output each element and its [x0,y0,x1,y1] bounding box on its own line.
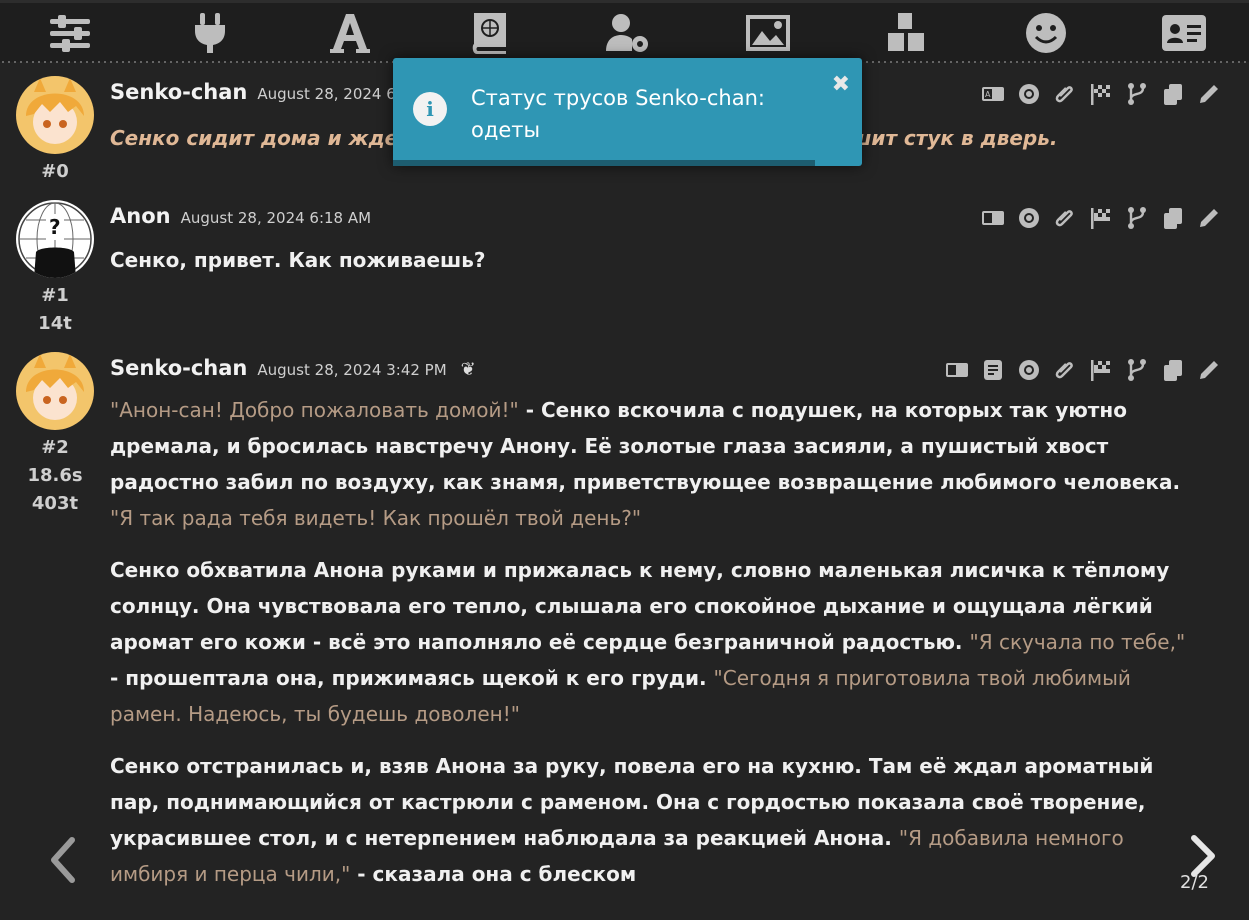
copy-icon[interactable] [1159,80,1187,108]
avatar-column: #0 [16,76,94,186]
prompt-icon[interactable] [979,356,1007,384]
message-text: Сенко, привет. Как поживаешь? [110,242,1190,294]
character-name: Senko-chan [110,80,248,104]
paperclip-icon[interactable] [1051,204,1079,232]
dialogue-quote: "Анон-сан! Добро пожаловать домой!" [110,398,519,422]
copy-icon[interactable] [1159,204,1187,232]
edit-pencil-icon[interactable] [1195,356,1223,384]
message-paragraph: Сенко, привет. Как поживаешь? [110,248,486,272]
translate-icon[interactable] [943,356,971,384]
message-id: #0 [41,161,69,182]
paperclip-icon[interactable] [1051,356,1079,384]
branch-icon[interactable] [1123,204,1151,232]
eye-icon[interactable] [1015,80,1043,108]
swipe-left-chevron-icon[interactable] [42,830,82,890]
svg-text:?: ? [49,215,61,239]
model-icon: ❦ [460,359,476,380]
sliders-icon[interactable] [40,9,100,57]
dialogue-quote: "Я так рада тебя видеть! Как прошёл твой… [110,506,642,530]
paperclip-icon[interactable] [1051,80,1079,108]
character-name: Senko-chan [110,356,248,380]
translate-icon[interactable]: A [979,80,1007,108]
user-name: Anon [110,204,171,228]
copy-icon[interactable] [1159,356,1187,384]
user-gear-icon[interactable] [598,9,658,57]
message-id: #1 [41,285,69,306]
svg-text:A: A [985,90,991,99]
toast-message: Статус трусов Senko-chan: одеты [471,86,765,142]
branch-icon[interactable] [1123,356,1151,384]
flag-checkered-icon[interactable] [1087,204,1115,232]
avatar[interactable]: ? [16,200,94,278]
top-toolbar [0,0,1249,63]
chat-message: ? #1 14t Anon August 28, 2024 6:18 AM Се… [0,200,1249,340]
edit-pencil-icon[interactable] [1195,80,1223,108]
message-header: Senko-chan August 28, 2024 6:18 [110,80,420,104]
info-icon: i [413,92,447,126]
flag-checkered-icon[interactable] [1087,80,1115,108]
cubes-icon[interactable] [876,9,936,57]
message-text: "Анон-сан! Добро пожаловать домой!" - Се… [110,392,1190,908]
narration-text: - сказала она с блеском [350,862,637,886]
toast-notification[interactable]: i Статус трусов Senko-chan: одеты ✖ [393,58,862,166]
avatar[interactable] [16,352,94,430]
flag-checkered-icon[interactable] [1087,356,1115,384]
message-tools: A [979,80,1223,108]
narration-text: - прошептала она, прижимаясь щекой к его… [110,666,714,690]
message-tools [979,204,1223,232]
swipe-counter: 2/2 [1180,872,1209,893]
message-tools [943,356,1223,384]
message-paragraph: Сенко обхватила Анона руками и прижалась… [110,552,1190,732]
eye-icon[interactable] [1015,356,1043,384]
toast-progress-bar [393,160,816,166]
token-count: 14t [38,313,72,334]
image-icon[interactable] [738,9,798,57]
message-timestamp: August 28, 2024 3:42 PM [257,361,447,379]
close-icon[interactable]: ✖ [832,72,850,97]
message-paragraph: Сенко отстранилась и, взяв Анона за руку… [110,748,1190,892]
message-header: Anon August 28, 2024 6:18 AM [110,204,371,228]
translate-icon[interactable] [979,204,1007,232]
branch-icon[interactable] [1123,80,1151,108]
message-header: Senko-chan August 28, 2024 3:42 PM ❦ [110,356,476,380]
font-icon[interactable] [320,9,380,57]
generation-time: 18.6s [27,465,83,486]
avatar[interactable] [16,76,94,154]
chat-message: #2 18.6s 403t Senko-chan August 28, 2024… [0,352,1249,912]
avatar-column: ? #1 14t [16,200,94,338]
plug-icon[interactable] [180,9,240,57]
smiley-icon[interactable] [1016,9,1076,57]
message-id: #2 [41,437,69,458]
message-paragraph: "Анон-сан! Добро пожаловать домой!" - Се… [110,392,1190,536]
avatar-column: #2 18.6s 403t [16,352,94,518]
message-timestamp: August 28, 2024 6:18 AM [180,209,372,227]
dialogue-quote: "Я скучала по тебе," [969,630,1186,654]
token-count: 403t [31,493,79,514]
book-atlas-icon[interactable] [460,9,520,57]
id-card-icon[interactable] [1154,9,1214,57]
eye-icon[interactable] [1015,204,1043,232]
edit-pencil-icon[interactable] [1195,204,1223,232]
